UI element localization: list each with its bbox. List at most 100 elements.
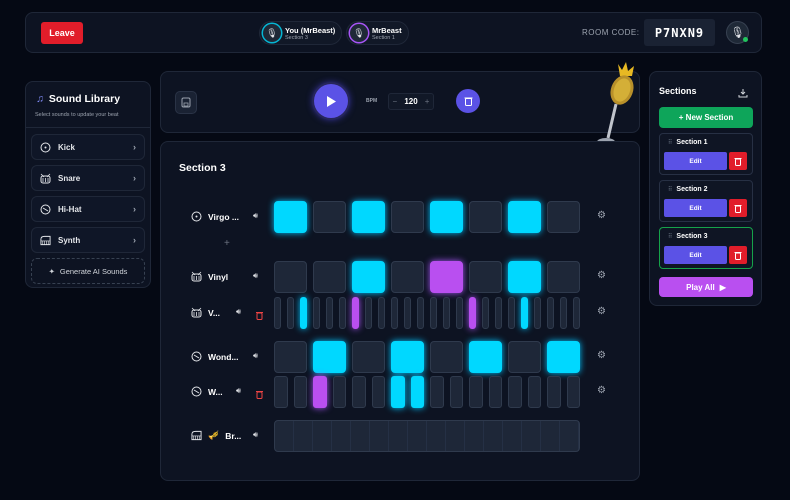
step-button[interactable] [378,297,385,329]
step-button[interactable] [469,261,502,293]
bpm-increment[interactable]: + [425,97,430,106]
profile-avatar[interactable]: 🎙 [726,21,749,44]
section-card[interactable]: ⠿ Section 1 Edit [659,133,753,175]
add-track-button[interactable]: + [224,238,230,249]
step-button[interactable] [521,297,528,329]
delete-section-button[interactable] [729,152,747,170]
step-button[interactable] [274,376,288,408]
sound-category-snare[interactable]: Snare › [31,165,145,191]
step-button[interactable] [573,297,580,329]
step-button[interactable] [547,201,580,233]
step-button[interactable] [508,261,541,293]
new-section-button[interactable]: + New Section [659,107,753,128]
step-button[interactable] [404,297,411,329]
step-button[interactable] [339,297,346,329]
room-code[interactable]: P7NXN9 [644,19,715,46]
step-button[interactable] [391,297,398,329]
step-button[interactable] [352,261,385,293]
download-button[interactable] [738,85,748,103]
drag-handle-icon[interactable]: ⠿ [668,140,672,146]
step-button[interactable] [391,201,424,233]
section-card[interactable]: ⠿ Section 2 Edit [659,180,753,222]
step-button[interactable] [547,297,554,329]
step-button[interactable] [313,261,346,293]
track-name[interactable]: Virgo ... [208,212,239,222]
remove-track-button[interactable] [256,307,263,325]
step-button[interactable] [508,376,522,408]
track-name[interactable]: Vinyl [208,272,228,282]
sound-category-hi-hat[interactable]: Hi-Hat › [31,196,145,222]
step-button[interactable] [313,341,346,373]
step-button[interactable] [430,297,437,329]
delete-section-button[interactable] [729,246,747,264]
drag-handle-icon[interactable]: ⠿ [668,187,672,193]
drag-handle-icon[interactable]: ⠿ [668,234,672,240]
step-button[interactable] [495,297,502,329]
step-button[interactable] [352,201,385,233]
step-button[interactable] [469,376,483,408]
step-button[interactable] [566,376,580,408]
step-button[interactable] [313,297,320,329]
step-button[interactable] [352,376,366,408]
track-name[interactable]: Wond... [208,352,239,362]
track-settings-icon[interactable]: ⚙ [597,350,606,361]
step-button[interactable] [527,376,541,408]
step-button[interactable] [547,261,580,293]
bpm-stepper[interactable]: − 120 + [388,93,434,110]
step-button[interactable] [391,261,424,293]
step-button[interactable] [469,201,502,233]
step-button[interactable] [326,297,333,329]
generate-ai-sounds-button[interactable]: ✦ Generate AI Sounds [31,258,145,284]
volume-icon[interactable]: 🔊︎ [253,351,258,361]
step-button[interactable] [443,297,450,329]
step-button[interactable] [508,201,541,233]
step-button[interactable] [547,341,580,373]
step-button[interactable] [417,297,424,329]
track-name[interactable]: W... [208,387,223,397]
play-all-button[interactable]: Play All ▶ [659,277,753,297]
volume-icon[interactable]: 🔊︎ [236,386,241,396]
edit-section-button[interactable]: Edit [664,152,727,170]
step-button[interactable] [274,341,307,373]
step-button[interactable] [430,201,463,233]
track-settings-icon[interactable]: ⚙ [597,306,606,317]
edit-section-button[interactable]: Edit [664,246,727,264]
step-button[interactable] [560,297,567,329]
piano-roll[interactable] [274,420,580,452]
step-button[interactable] [508,341,541,373]
sound-category-kick[interactable]: Kick › [31,134,145,160]
track-settings-icon[interactable]: ⚙ [597,210,606,221]
step-button[interactable] [449,376,463,408]
bpm-value[interactable]: 120 [404,97,417,106]
step-button[interactable] [313,376,327,408]
volume-icon[interactable]: 🔊︎ [253,430,258,440]
track-name[interactable]: Br... [225,431,241,441]
track-name[interactable]: V... [208,308,220,318]
save-button[interactable] [175,91,197,114]
step-button[interactable] [293,376,307,408]
step-button[interactable] [430,376,444,408]
track-settings-icon[interactable]: ⚙ [597,385,606,396]
volume-icon[interactable]: 🔊︎ [253,271,258,281]
step-button[interactable] [313,201,346,233]
clear-button[interactable] [456,89,480,113]
step-button[interactable] [352,341,385,373]
leave-button[interactable]: Leave [41,22,83,44]
volume-icon[interactable]: 🔊︎ [253,211,258,221]
step-button[interactable] [300,297,307,329]
sound-category-synth[interactable]: Synth › [31,227,145,253]
step-button[interactable] [287,297,294,329]
step-button[interactable] [410,376,424,408]
step-button[interactable] [508,297,515,329]
step-button[interactable] [469,341,502,373]
step-button[interactable] [274,201,307,233]
edit-section-button[interactable]: Edit [664,199,727,217]
step-button[interactable] [391,376,405,408]
step-button[interactable] [371,376,385,408]
step-button[interactable] [430,261,463,293]
delete-section-button[interactable] [729,199,747,217]
play-button[interactable] [314,84,348,118]
step-button[interactable] [488,376,502,408]
step-button[interactable] [482,297,489,329]
step-button[interactable] [430,341,463,373]
